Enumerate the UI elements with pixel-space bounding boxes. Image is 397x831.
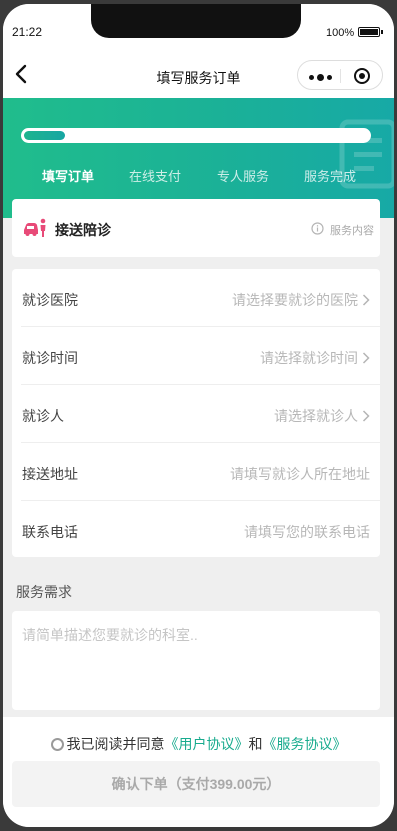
battery-percent: 100% bbox=[326, 27, 355, 39]
address-label: 接送地址 bbox=[22, 466, 78, 482]
hospital-select[interactable]: 请选择要就诊的医院 bbox=[232, 290, 370, 310]
form-row-address[interactable]: 接送地址 请填写就诊人所在地址 bbox=[12, 443, 380, 501]
info-icon[interactable] bbox=[311, 222, 324, 235]
user-agreement-link[interactable]: 《用户协议》 bbox=[165, 736, 249, 752]
address-input[interactable]: 请填写就诊人所在地址 bbox=[230, 464, 370, 484]
step-fill-order: 填写订单 bbox=[41, 169, 95, 184]
progress-bar-fill bbox=[24, 131, 65, 140]
service-content-link[interactable]: 服务内容 bbox=[330, 222, 374, 238]
phone-input[interactable]: 请填写您的联系电话 bbox=[244, 522, 370, 542]
nav-bar: 填写服务订单 bbox=[3, 50, 394, 98]
order-form: 就诊医院 请选择要就诊的医院 就诊时间 请选择就诊时间 就诊人 请选择就诊人 接… bbox=[12, 269, 380, 557]
service-needs-textarea[interactable] bbox=[22, 625, 370, 700]
service-needs-label: 服务需求 bbox=[16, 584, 72, 600]
step-online-payment: 在线支付 bbox=[128, 169, 182, 184]
phone-label: 联系电话 bbox=[22, 524, 78, 540]
order-footer: 我已阅读并同意《用户协议》和《服务协议》 确认下单（支付399.00元） bbox=[3, 717, 394, 827]
phone-screen: 21:22 100% 填写服务订单 填写订单 在线支付 专人服务 服务完成 接送… bbox=[3, 4, 394, 827]
service-needs-card bbox=[12, 611, 380, 710]
form-row-patient[interactable]: 就诊人 请选择就诊人 bbox=[12, 385, 380, 443]
battery-icon bbox=[358, 27, 383, 37]
patient-select[interactable]: 请选择就诊人 bbox=[274, 406, 370, 426]
car-person-icon bbox=[24, 218, 46, 237]
confirm-order-button[interactable]: 确认下单（支付399.00元） bbox=[12, 761, 380, 807]
patient-placeholder: 请选择就诊人 bbox=[274, 408, 358, 424]
visit-time-label: 就诊时间 bbox=[22, 350, 78, 366]
service-title: 接送陪诊 bbox=[55, 222, 111, 238]
agreement-line: 我已阅读并同意《用户协议》和《服务协议》 bbox=[3, 734, 394, 754]
form-row-hospital[interactable]: 就诊医院 请选择要就诊的医院 bbox=[12, 269, 380, 327]
agreement-and: 和 bbox=[248, 736, 263, 752]
agree-radio-icon[interactable] bbox=[50, 738, 64, 751]
form-row-time[interactable]: 就诊时间 请选择就诊时间 bbox=[12, 327, 380, 385]
close-mini-program-icon[interactable] bbox=[353, 67, 371, 85]
camera-notch bbox=[91, 4, 301, 38]
chevron-right-icon bbox=[362, 294, 370, 306]
chevron-right-icon bbox=[362, 410, 370, 422]
order-steps: 填写订单 在线支付 专人服务 服务完成 bbox=[3, 166, 394, 186]
form-row-phone[interactable]: 联系电话 请填写您的联系电话 bbox=[12, 501, 380, 559]
chevron-right-icon bbox=[362, 352, 370, 364]
capsule-divider bbox=[340, 69, 341, 83]
visit-time-select[interactable]: 请选择就诊时间 bbox=[260, 348, 370, 368]
progress-bar bbox=[21, 128, 371, 143]
patient-label: 就诊人 bbox=[22, 408, 64, 424]
hospital-placeholder: 请选择要就诊的医院 bbox=[232, 292, 358, 308]
status-bar: 21:22 100% bbox=[3, 4, 394, 50]
agreement-prefix: 我已阅读并同意 bbox=[66, 736, 165, 752]
mini-program-capsule bbox=[297, 60, 383, 90]
status-time: 21:22 bbox=[12, 25, 43, 39]
service-card: 接送陪诊 服务内容 bbox=[12, 199, 380, 257]
visit-time-placeholder: 请选择就诊时间 bbox=[260, 350, 358, 366]
more-icon[interactable] bbox=[309, 74, 332, 81]
service-agreement-link[interactable]: 《服务协议》 bbox=[263, 736, 347, 752]
hospital-label: 就诊医院 bbox=[22, 292, 78, 308]
step-dedicated-service: 专人服务 bbox=[216, 169, 270, 184]
step-service-complete: 服务完成 bbox=[303, 169, 357, 184]
